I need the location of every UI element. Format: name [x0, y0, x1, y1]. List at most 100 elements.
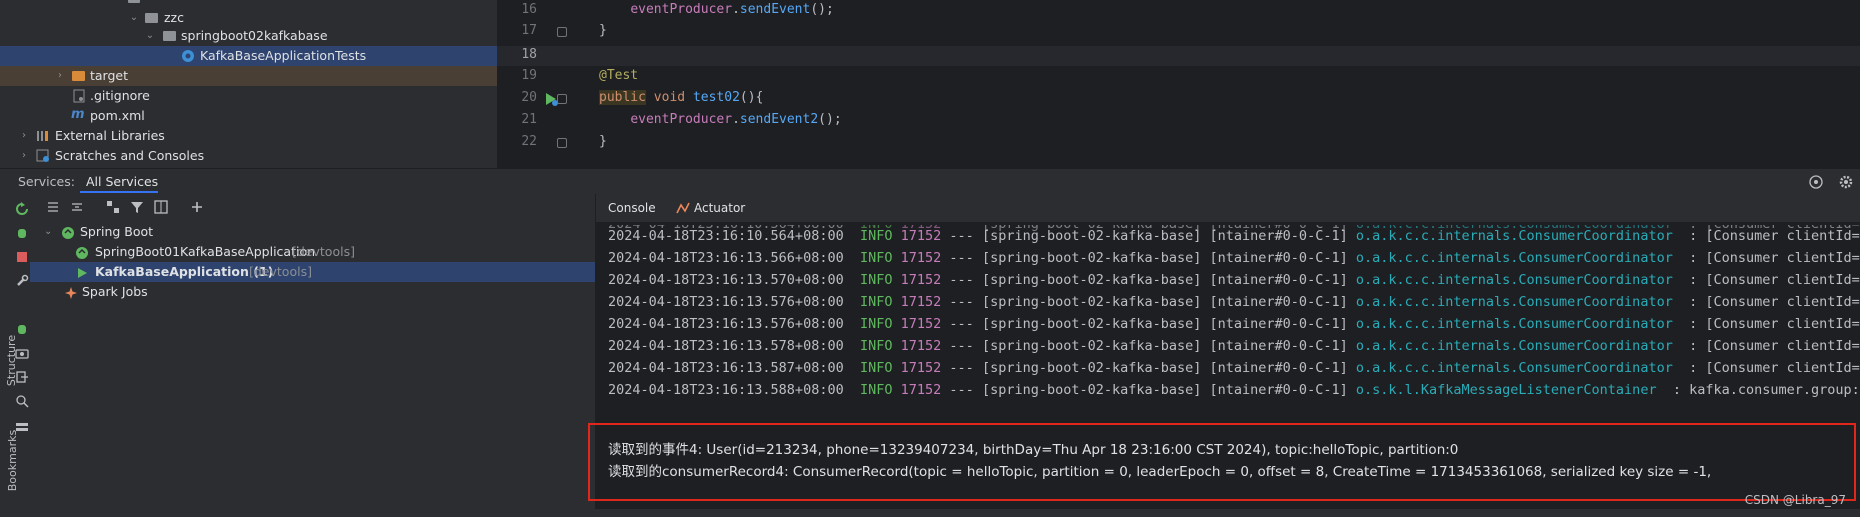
layout-icon[interactable] — [154, 200, 168, 214]
log-thread: [ntainer#0-0-C-1] — [1209, 294, 1348, 310]
group-icon[interactable] — [106, 200, 120, 214]
folder-icon — [163, 31, 176, 41]
debug-icon[interactable] — [15, 226, 29, 240]
fold-marker-icon[interactable] — [557, 138, 567, 148]
log-sep: --- — [949, 272, 974, 288]
log-sep: --- — [949, 294, 974, 310]
log-line[interactable]: 2024-04-18T23:16:13.570+08:00 INFO 17152… — [608, 269, 1860, 291]
log-line[interactable]: 2024-04-18T23:16:13.587+08:00 INFO 17152… — [608, 357, 1860, 379]
line-number: 16 — [521, 2, 537, 17]
tree-item-label: zzc — [164, 10, 184, 25]
code-line[interactable]: } — [599, 23, 607, 38]
log-logger: o.a.k.c.c.internals.ConsumerCoordinator — [1355, 294, 1673, 310]
tree-item-zzc[interactable]: ⌄ zzc — [0, 8, 497, 28]
fold-marker-icon[interactable] — [557, 94, 567, 104]
service-label: Spark Jobs — [82, 284, 148, 299]
log-line[interactable]: 2024-04-18T23:16:10.564+08:00 INFO 17152… — [608, 225, 1860, 247]
code-line[interactable]: @Test — [599, 68, 638, 83]
watermark: CSDN @Libra_97 — [1744, 493, 1846, 507]
log-line[interactable]: 2024-04-18T23:16:13.588+08:00 INFO 17152… — [608, 379, 1860, 401]
add-icon[interactable] — [190, 200, 204, 214]
log-pid: 17152 — [900, 294, 942, 310]
service-label: SpringBoot01KafkaBaseApplication — [95, 244, 316, 259]
code-line[interactable]: eventProducer.sendEvent2(); — [599, 112, 841, 127]
log-line[interactable]: 2024-04-18T23:16:13.566+08:00 INFO 17152… — [608, 247, 1860, 269]
tab-console[interactable]: Console — [608, 201, 656, 215]
target-icon[interactable] — [1808, 174, 1824, 190]
tree-item-external-libraries[interactable]: › External Libraries — [0, 126, 497, 146]
log-logger: o.s.k.l.KafkaMessageListenerContainer — [1355, 382, 1657, 398]
log-line[interactable]: 2024-04-18T23:16:13.576+08:00 INFO 17152… — [608, 291, 1860, 313]
folder-icon — [145, 13, 158, 23]
log-line[interactable]: 2024-04-18T23:16:13.576+08:00 INFO 17152… — [608, 313, 1860, 335]
search-icon[interactable] — [15, 394, 29, 408]
log-timestamp: 2024-04-18T23:16:13.578+08:00 — [608, 338, 844, 354]
highlight-box — [588, 423, 1856, 501]
log-app: [spring-boot-02-kafka-base] — [981, 250, 1202, 266]
log-level: INFO — [859, 272, 893, 288]
chevron-down-icon: ⌄ — [44, 226, 53, 237]
tree-item-kafkabaseapplicationtests[interactable]: KafkaBaseApplicationTests — [0, 46, 497, 66]
log-app: [spring-boot-02-kafka-base] — [981, 382, 1202, 398]
log-app: [spring-boot-02-kafka-base] — [981, 294, 1202, 310]
service-spring-boot[interactable]: ⌄ Spring Boot — [30, 222, 595, 242]
tree-item-scratches[interactable]: › Scratches and Consoles — [0, 146, 497, 166]
tree-item-pom-xml[interactable]: m pom.xml — [0, 106, 497, 126]
line-number: 17 — [521, 23, 537, 38]
chevron-down-icon: ⌄ — [145, 30, 155, 41]
log-app: [spring-boot-02-kafka-base] — [981, 272, 1202, 288]
fold-marker-icon[interactable] — [557, 27, 567, 37]
log-thread: [ntainer#0-0-C-1] — [1209, 316, 1348, 332]
log-thread: [ntainer#0-0-C-1] — [1209, 228, 1348, 244]
tree-item-label: target — [90, 68, 129, 83]
code-line[interactable]: } — [599, 134, 607, 149]
collapse-all-icon[interactable] — [70, 200, 84, 214]
log-app: [spring-boot-02-kafka-base] — [981, 360, 1202, 376]
log-pid: 17152 — [900, 228, 942, 244]
bookmarks-side-tab[interactable]: Bookmarks — [6, 430, 19, 491]
log-message: : [Consumer clientId=con — [1689, 360, 1860, 376]
line-number: 19 — [521, 68, 537, 83]
log-pid: 17152 — [900, 272, 942, 288]
filter-icon[interactable] — [130, 200, 144, 214]
tree-item-springboot02kafkabase[interactable]: ⌄ springboot02kafkabase — [0, 26, 497, 46]
log-message: : kafka.consumer.group: — [1672, 382, 1860, 398]
tab-actuator[interactable]: Actuator — [694, 201, 745, 215]
code-line[interactable]: public void test02(){ — [599, 90, 763, 105]
tree-item-label: pom.xml — [90, 108, 145, 123]
debug-settings-icon[interactable] — [15, 322, 29, 336]
code-editor[interactable]: 16 eventProducer.sendEvent(); 17 } 18 19… — [497, 0, 1860, 168]
expand-all-icon[interactable] — [46, 200, 60, 214]
tab-all-services[interactable]: All Services — [86, 174, 158, 189]
log-thread: [ntainer#0-0-C-1] — [1209, 382, 1348, 398]
log-message: : [Consumer clientId=con — [1689, 250, 1860, 266]
stop-icon[interactable] — [15, 250, 29, 264]
services-tree-panel: ⌄ Spring Boot SpringBoot01KafkaBaseAppli… — [30, 194, 596, 517]
log-timestamp: 2024-04-18T23:16:13.566+08:00 — [608, 250, 844, 266]
service-suffix: [devtools] — [249, 264, 312, 279]
log-pid: 17152 — [900, 360, 942, 376]
log-level: INFO — [859, 338, 893, 354]
tree-item-gitignore[interactable]: .gitignore — [0, 86, 497, 106]
line-number: 20 — [521, 90, 537, 105]
gear-icon[interactable] — [1838, 174, 1854, 190]
tree-item-target[interactable]: › target — [0, 66, 497, 86]
service-kafkabaseapplication[interactable]: KafkaBaseApplication (1) [devtools] — [30, 262, 595, 282]
structure-side-tab[interactable]: Structure — [5, 335, 18, 386]
log-timestamp: 2024-04-18T23:16:13.570+08:00 — [608, 272, 844, 288]
project-tree-panel: ⌄ zzc ⌄ springboot02kafkabase KafkaBaseA… — [0, 0, 497, 168]
log-line[interactable]: 2024-04-18T23:16:13.578+08:00 INFO 17152… — [608, 335, 1860, 357]
log-logger: o.a.k.c.c.internals.ConsumerCoordinator — [1355, 360, 1673, 376]
log-logger: o.a.k.c.c.internals.ConsumerCoordinator — [1355, 228, 1673, 244]
library-icon — [37, 131, 48, 141]
chevron-right-icon: › — [58, 70, 62, 81]
wrench-icon[interactable] — [15, 274, 29, 288]
log-level: INFO — [859, 294, 893, 310]
service-springboot01kafkabaseapplication[interactable]: SpringBoot01KafkaBaseApplication [devtoo… — [30, 242, 595, 262]
code-line[interactable]: eventProducer.sendEvent(); — [599, 2, 834, 17]
log-message: : [Consumer clientId=con — [1689, 228, 1860, 244]
log-message: : [Consumer clientId=con — [1689, 316, 1860, 332]
log-level: INFO — [859, 382, 893, 398]
rerun-icon[interactable] — [15, 202, 29, 216]
service-spark-jobs[interactable]: Spark Jobs — [30, 282, 595, 302]
